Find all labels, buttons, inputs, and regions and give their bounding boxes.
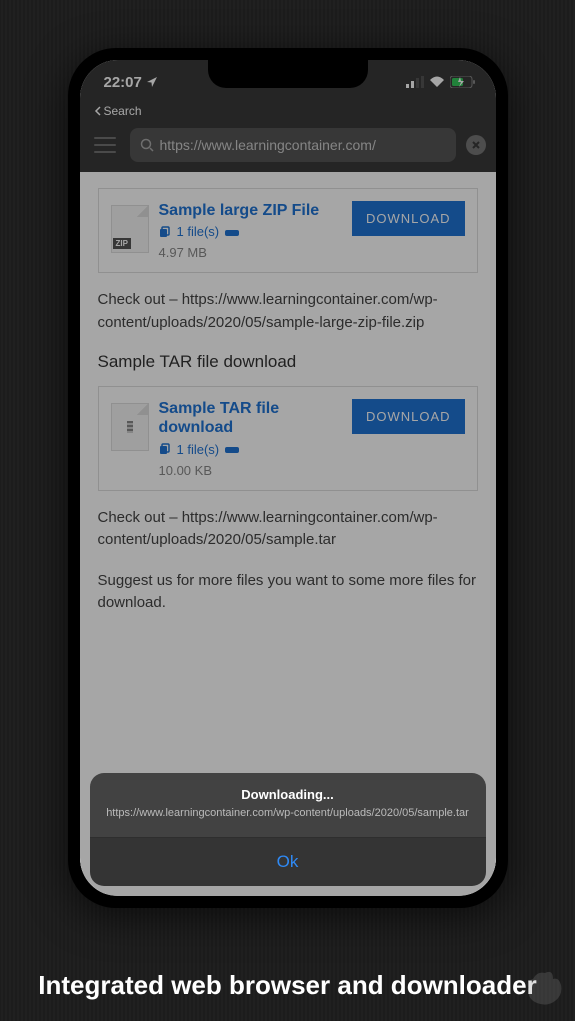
marketing-caption: Integrated web browser and downloader — [0, 969, 575, 1003]
modal-backdrop — [80, 60, 496, 896]
phone-frame: 22:07 Search https://www.learningcontain… — [68, 48, 508, 908]
notch — [208, 60, 368, 88]
download-alert: Downloading... https://www.learningconta… — [90, 773, 486, 886]
phone-screen: 22:07 Search https://www.learningcontain… — [80, 60, 496, 896]
alert-message: https://www.learningcontainer.com/wp-con… — [106, 806, 470, 821]
alert-title: Downloading... — [106, 787, 470, 802]
watermark-logo — [515, 961, 569, 1015]
alert-ok-button[interactable]: Ok — [90, 838, 486, 886]
